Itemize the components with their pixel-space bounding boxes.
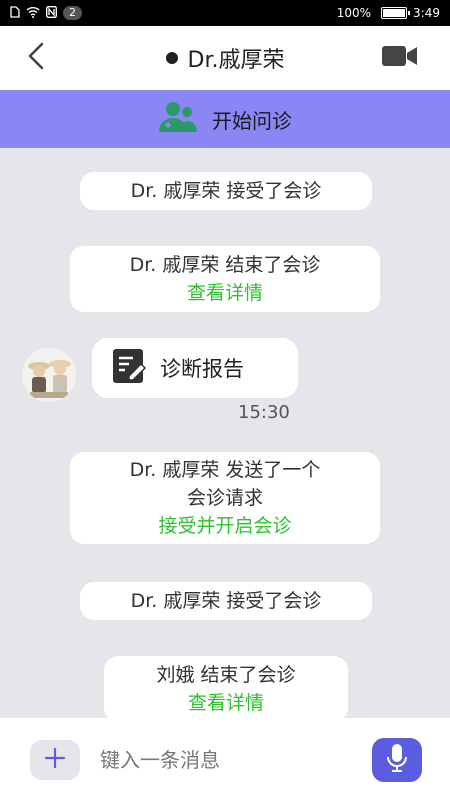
battery-icon — [381, 7, 411, 19]
back-button[interactable] — [18, 40, 54, 76]
message-timestamp: 15:30 — [238, 402, 290, 423]
avatar[interactable] — [22, 348, 76, 402]
report-label: 诊断报告 — [160, 357, 244, 381]
report-edit-icon — [112, 348, 148, 388]
diagnosis-report-message[interactable]: 诊断报告 — [92, 338, 298, 398]
chat-message-list[interactable]: Dr. 戚厚荣 接受了会诊 Dr. 戚厚荣 结束了会诊 查看详情 诊断报告 15… — [0, 148, 450, 718]
doctor-icon — [158, 100, 198, 138]
start-consultation-banner[interactable]: 开始问诊 — [0, 90, 450, 148]
view-details-link[interactable]: 查看详情 — [187, 279, 263, 307]
top-nav-bar: Dr.戚厚荣 — [0, 26, 450, 90]
page-title: Dr.戚厚荣 — [187, 48, 285, 73]
wifi-icon — [26, 6, 40, 21]
system-message-text: Dr. 戚厚荣 接受了会诊 — [130, 590, 322, 612]
chat-title: Dr.戚厚荣 — [165, 42, 285, 74]
status-time: 3:49 — [413, 6, 440, 20]
start-consultation-label: 开始问诊 — [212, 108, 292, 133]
video-call-button[interactable] — [380, 44, 420, 72]
system-message: Dr. 戚厚荣 发送了一个 会诊请求 接受并开启会诊 — [70, 452, 380, 544]
system-message-text: Dr. 戚厚荣 接受了会诊 — [130, 180, 322, 202]
system-message: Dr. 戚厚荣 接受了会诊 — [80, 582, 372, 620]
system-message-text: 刘娥 结束了会诊 — [156, 664, 296, 686]
video-camera-icon — [381, 44, 419, 72]
nfc-icon — [46, 5, 57, 21]
microphone-icon — [386, 743, 408, 777]
message-input[interactable] — [100, 738, 350, 782]
status-bar: 2 100% 3:49 — [0, 0, 450, 26]
notification-count-badge: 2 — [63, 6, 82, 20]
plus-icon — [44, 747, 66, 773]
battery-percent: 100% — [336, 6, 372, 20]
chevron-left-icon — [26, 42, 46, 74]
system-message: Dr. 戚厚荣 接受了会诊 — [80, 172, 372, 210]
system-message-text: Dr. 戚厚荣 结束了会诊 — [129, 254, 321, 276]
status-right: 100% 3:49 — [337, 6, 440, 20]
online-status-dot — [165, 52, 178, 64]
system-message: Dr. 戚厚荣 结束了会诊 查看详情 — [70, 246, 380, 312]
add-attachment-button[interactable] — [30, 740, 80, 780]
doc-icon — [10, 5, 20, 21]
system-message-text: 会诊请求 — [186, 487, 263, 509]
system-message-text: Dr. 戚厚荣 发送了一个 — [129, 459, 321, 481]
accept-and-start-link[interactable]: 接受并开启会诊 — [158, 512, 291, 540]
status-left: 2 — [10, 5, 82, 21]
view-details-link[interactable]: 查看详情 — [188, 689, 264, 717]
voice-input-button[interactable] — [372, 738, 422, 782]
message-input-bar — [0, 718, 450, 800]
system-message: 刘娥 结束了会诊 查看详情 — [104, 656, 348, 718]
